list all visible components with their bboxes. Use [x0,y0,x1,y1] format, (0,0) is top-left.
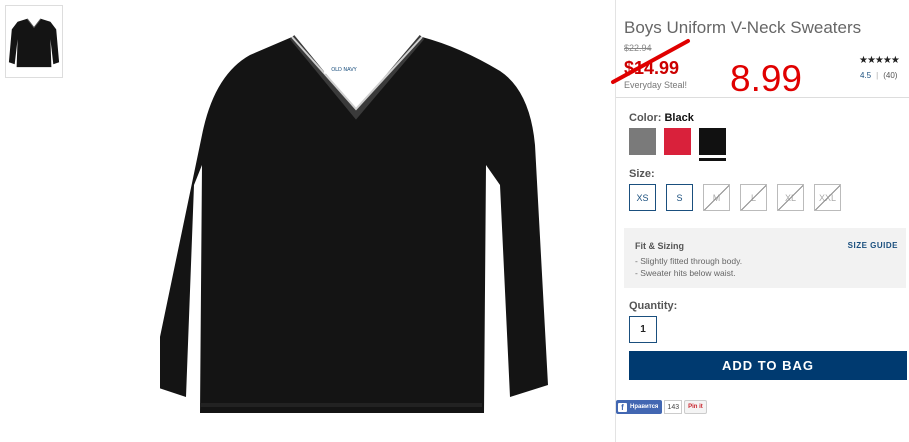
color-swatch-red[interactable] [664,128,691,155]
fit-detail-line: - Slightly fitted through body. [635,256,743,266]
add-to-bag-button[interactable]: ADD TO BAG [629,351,907,380]
review-count: (40) [883,71,898,80]
social-share-bar: f Нравится 143 Pin it [616,399,707,415]
color-label-text: Color: [629,112,662,124]
color-swatch-gray[interactable] [629,128,656,155]
color-swatch-black[interactable] [699,128,726,161]
rating-summary[interactable]: 4.5 | (40) [860,71,897,80]
product-title: Boys Uniform V-Neck Sweaters [624,18,862,37]
size-option-m[interactable]: M [703,184,730,211]
size-option-xs[interactable]: XS [629,184,656,211]
fit-sizing-title: Fit & Sizing [635,241,684,251]
facebook-like-count: 143 [664,400,683,414]
facebook-like-button[interactable]: f Нравится [616,400,663,414]
size-label: Size: [629,168,655,180]
quantity-input[interactable]: 1 [629,316,657,343]
handwritten-new-price: 8.99 [730,58,803,99]
size-guide-link[interactable]: SIZE GUIDE [848,241,898,250]
rating-stars-icon[interactable]: ★★★★★ [859,55,900,66]
facebook-like-label: Нравится [630,404,659,410]
garment-label: OLD NAVY [331,67,357,73]
product-image: OLD NAVY [160,25,560,435]
color-label: Color: Black [629,112,694,124]
rating-separator: | [876,71,879,80]
sale-price: $14.99 [624,58,680,78]
rating-score: 4.5 [860,71,872,80]
product-thumbnail[interactable] [5,5,63,78]
product-details-panel: Boys Uniform V-Neck Sweaters $22.94 $14.… [611,0,909,442]
product-options: Color: Black Size: XS S M L XL XXL Fit &… [616,97,909,442]
selected-color-name: Black [664,112,694,124]
promo-text: Everyday Steal! [624,80,688,90]
facebook-icon: f [618,402,627,412]
original-price: $22.94 [624,43,652,53]
size-option-l[interactable]: L [740,184,767,211]
size-option-xxl[interactable]: XXL [814,184,841,211]
fit-sizing-box: Fit & Sizing SIZE GUIDE - Slightly fitte… [624,228,906,288]
size-option-xl[interactable]: XL [777,184,804,211]
pinterest-button[interactable]: Pin it [684,400,707,414]
fit-detail-line: - Sweater hits below waist. [635,268,736,278]
quantity-label: Quantity: [629,300,678,312]
size-option-s[interactable]: S [666,184,693,211]
